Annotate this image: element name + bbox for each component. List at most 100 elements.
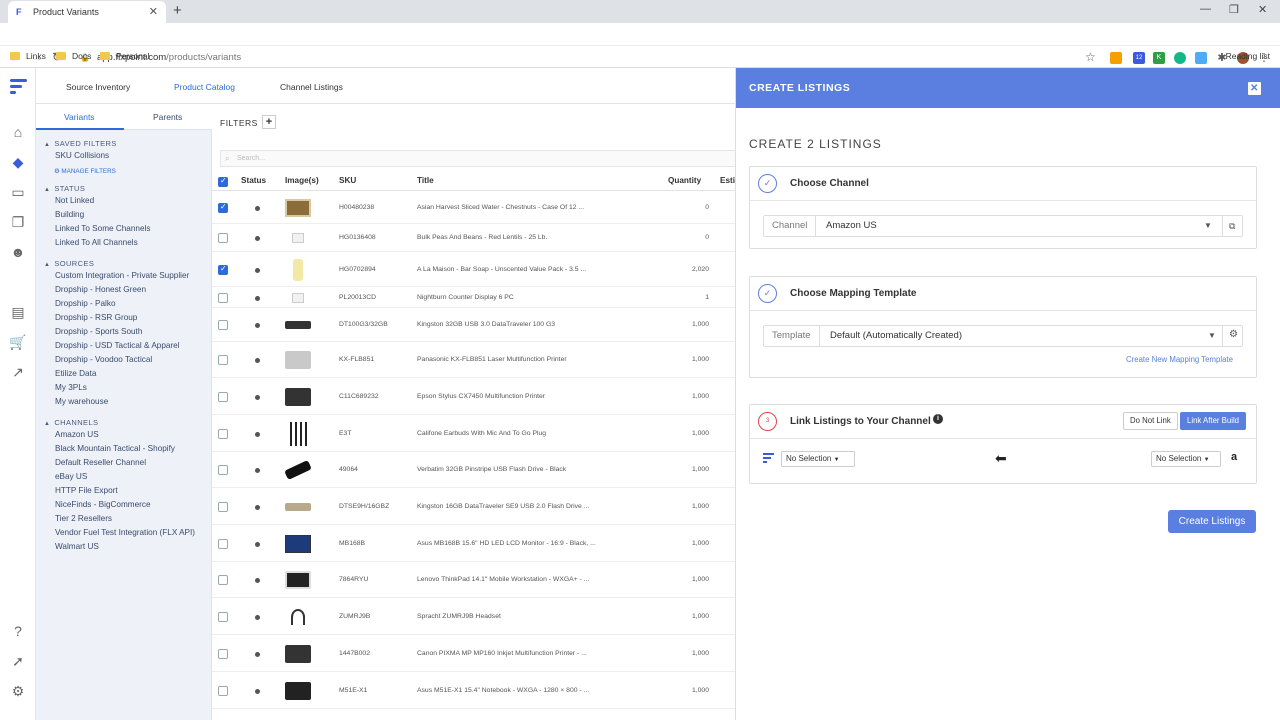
title-cell[interactable]: Lenovo ThinkPad 14.1" Mobile Workstation… [417,576,589,583]
sku-cell[interactable]: DT100G3/32GB [339,321,388,328]
tab-product-catalog[interactable]: Product Catalog [174,82,235,92]
section-sources[interactable]: ▲ SOURCES [44,259,94,268]
column-header-title[interactable]: Title [417,176,434,185]
bookmark-docs[interactable]: Docs [56,51,91,61]
browser-tab[interactable]: F Product Variants ✕ [8,1,166,23]
row-checkbox[interactable] [218,501,228,512]
select-all-checkbox[interactable] [218,176,228,187]
sku-cell[interactable]: 7864RYU [339,576,368,583]
inbox-icon[interactable]: ▭ [9,183,27,201]
product-thumbnail[interactable] [285,387,311,406]
sidebar-item[interactable]: Not Linked [55,196,94,205]
table-row[interactable]: KX-FLB851 Panasonic KX-FLB851 Laser Multi… [212,342,736,378]
sku-cell[interactable]: 49064 [339,466,358,473]
sidebar-item[interactable]: NiceFinds - BigCommerce [55,500,151,509]
section-saved-filters[interactable]: ▲ SAVED FILTERS [44,139,117,148]
sidebar-item[interactable]: Vendor Fuel Test Integration (FLX API) [55,528,195,537]
title-cell[interactable]: Califone Earbuds With Mic And To Go Plug [417,430,546,437]
table-row[interactable]: 49064 Verbatim 32GB Pinstripe USB Flash D… [212,452,736,488]
table-row[interactable]: 7864RYU Lenovo ThinkPad 14.1" Mobile Work… [212,561,736,598]
title-cell[interactable]: Nightburn Counter Display 6 PC [417,294,514,301]
sidebar-item[interactable]: eBay US [55,472,87,481]
sidebar-item[interactable]: Custom Integration - Private Supplier [55,271,189,280]
product-thumbnail[interactable] [292,292,304,303]
sidebar-item[interactable]: Etilize Data [55,369,96,378]
chart-icon[interactable]: ↗ [9,363,27,381]
sku-cell[interactable]: HG0136408 [339,234,376,241]
section-channels[interactable]: ▲ CHANNELS [44,418,98,427]
sku-cell[interactable]: ZUMRJ9B [339,613,370,620]
tab-parents[interactable]: Parents [153,112,182,122]
product-thumbnail[interactable] [285,534,311,553]
add-filter-button[interactable]: + [262,115,276,129]
product-thumbnail[interactable] [285,198,311,217]
row-checkbox[interactable] [218,391,228,402]
close-tab-icon[interactable]: ✕ [149,5,158,18]
column-header-sku[interactable]: SKU [339,176,356,185]
sku-cell[interactable]: MB168B [339,540,365,547]
product-thumbnail[interactable] [285,502,311,511]
sidebar-item[interactable]: SKU Collisions [55,151,109,160]
table-row[interactable]: 1447B002 Canon PIXMA MP MP160 Inkjet Mult… [212,635,736,672]
title-cell[interactable]: Kingston 16GB DataTraveler SE9 USB 2.0 F… [417,503,589,510]
close-panel-icon[interactable]: ✕ [1248,82,1261,95]
product-thumbnail[interactable] [293,258,303,281]
sku-cell[interactable]: C11C689232 [339,393,379,400]
title-cell[interactable]: A La Maison - Bar Soap - Unscented Value… [417,266,586,273]
table-row[interactable]: HG0702894 A La Maison - Bar Soap - Unscen… [212,252,736,287]
sidebar-item[interactable]: Dropship - USD Tactical & Apparel [55,341,180,350]
row-checkbox[interactable] [218,685,228,696]
flxpoint-logo-icon[interactable] [9,76,29,96]
table-row[interactable]: E3T Califone Earbuds With Mic And To Go P… [212,415,736,452]
product-thumbnail[interactable] [285,681,311,700]
rocket-icon[interactable]: ➚ [9,652,27,670]
section-status[interactable]: ▲ STATUS [44,184,85,193]
settings-gear-icon[interactable]: ⚙ [9,682,27,700]
search-input[interactable]: ⌕ Search... [220,150,736,167]
sidebar-item[interactable]: Dropship - RSR Group [55,313,137,322]
tag-icon[interactable]: ◆ [9,153,27,171]
row-checkbox[interactable] [218,202,228,213]
create-listings-button[interactable]: Create Listings [1168,510,1256,533]
sidebar-item[interactable]: Linked To All Channels [55,238,138,247]
sidebar-item[interactable]: Dropship - Sports South [55,327,142,336]
title-cell[interactable]: Spracht ZUMRJ9B Headset [417,613,501,620]
info-icon[interactable]: i [933,414,943,424]
home-icon[interactable]: ⌂ [9,123,27,141]
title-cell[interactable]: Epson Stylus CX7450 Multifunction Printe… [417,393,545,400]
channel-select[interactable]: Channel Amazon US ▼ ⧉ [763,215,1243,237]
amazon-field-select[interactable]: No Selection ▼ [1151,451,1221,467]
sku-cell[interactable]: H00480238 [339,204,374,211]
tab-variants[interactable]: Variants [64,112,95,122]
users-icon[interactable]: ☻ [9,243,27,261]
row-checkbox[interactable] [218,292,228,303]
sidebar-item[interactable]: Tier 2 Resellers [55,514,112,523]
table-row[interactable]: M51E-X1 Asus M51E-X1 15.4" Notebook - WXG… [212,672,736,709]
minimize-icon[interactable]: — [1200,3,1211,15]
gear-icon[interactable]: ⚙ [1229,329,1238,340]
title-cell[interactable]: Asus MB168B 15.6" HD LED LCD Monitor - 1… [417,540,596,547]
product-thumbnail[interactable] [284,459,312,481]
flxpoint-field-select[interactable]: No Selection ▼ [781,451,855,467]
row-checkbox[interactable] [218,355,228,365]
sidebar-item[interactable]: Default Reseller Channel [55,458,146,467]
title-cell[interactable]: Asus M51E-X1 15.4" Notebook - WXGA - 128… [417,687,589,694]
sku-cell[interactable]: 1447B002 [339,650,370,657]
cart-icon[interactable]: 🛒 [9,333,27,351]
table-row[interactable]: DTSE9H/16GBZ Kingston 16GB DataTraveler S… [212,488,736,525]
product-thumbnail[interactable] [285,321,311,329]
row-checkbox[interactable] [218,320,228,330]
sidebar-item[interactable]: Dropship - Voodoo Tactical [55,355,152,364]
product-thumbnail[interactable] [285,644,311,663]
sidebar-item[interactable]: Amazon US [55,430,99,439]
title-cell[interactable]: Bulk Peas And Beans - Red Lentils - 25 L… [417,234,547,241]
table-row[interactable]: DT100G3/32GB Kingston 32GB USB 3.0 DataTr… [212,308,736,342]
external-link-icon[interactable]: ⧉ [1229,221,1235,232]
new-tab-icon[interactable]: + [173,2,182,19]
sidebar-item[interactable]: Black Mountain Tactical - Shopify [55,444,175,453]
sku-cell[interactable]: DTSE9H/16GBZ [339,503,389,510]
sidebar-item[interactable]: Linked To Some Channels [55,224,150,233]
sidebar-item[interactable]: My 3PLs [55,383,87,392]
tab-source-inventory[interactable]: Source Inventory [66,82,130,92]
sidebar-item[interactable]: HTTP File Export [55,486,118,495]
